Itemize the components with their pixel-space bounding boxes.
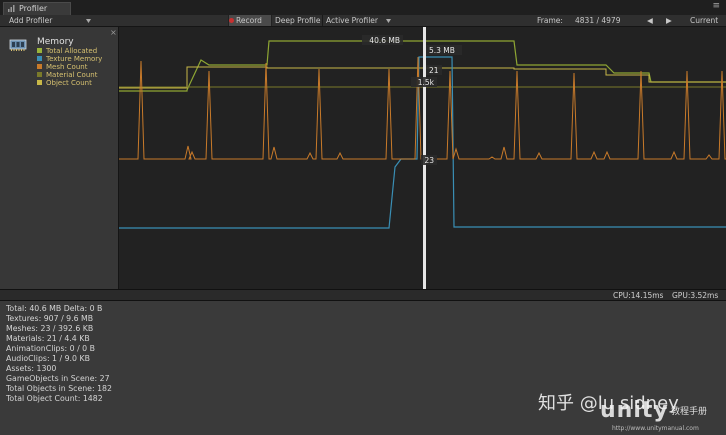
cursor-value-label: 40.6 MB xyxy=(369,36,400,45)
legend-swatch xyxy=(37,80,42,85)
close-module-icon[interactable]: × xyxy=(110,28,117,37)
detail-line: Total Object Count: 1482 xyxy=(6,394,103,403)
frame-value: 4831 / 4979 xyxy=(575,16,621,25)
gpu-time: GPU:3.52ms xyxy=(672,291,719,300)
cursor-value-label: 23 xyxy=(424,156,434,165)
legend-swatch xyxy=(37,72,42,77)
detail-line: GameObjects in Scene: 27 xyxy=(6,374,110,383)
unity-manual-watermark: 教程手册 xyxy=(671,407,708,417)
window-menu-icon[interactable]: ≡ xyxy=(712,1,720,11)
deep-profile-button[interactable]: Deep Profile xyxy=(273,15,322,26)
unity-manual-url: http://www.unitymanual.com xyxy=(612,425,699,432)
tab-profiler[interactable]: Profiler xyxy=(3,2,71,15)
memory-legend-title: Memory xyxy=(37,37,74,47)
current-frame-button[interactable]: Current xyxy=(688,15,720,26)
prev-frame-button[interactable]: ◀ xyxy=(645,15,655,26)
record-icon xyxy=(229,18,234,23)
tab-bar: Profiler ≡ xyxy=(0,0,726,15)
series-mesh-count-line xyxy=(119,56,726,160)
detail-line: Total Objects in Scene: 182 xyxy=(6,384,112,393)
legend-swatch xyxy=(37,48,42,53)
legend-swatch xyxy=(37,56,42,61)
profiler-icon xyxy=(8,5,15,12)
detail-line: Assets: 1300 xyxy=(6,364,57,373)
legend-item-total-allocated[interactable]: Total Allocated xyxy=(37,47,97,55)
unity-watermark: unity xyxy=(600,398,669,423)
detail-line: Total: 40.6 MB Delta: 0 B xyxy=(6,304,103,313)
frame-label: Frame: xyxy=(537,16,563,25)
active-profiler-dropdown[interactable]: Active Profiler xyxy=(324,15,380,26)
detail-line: AudioClips: 1 / 9.0 KB xyxy=(6,354,90,363)
memory-chip-icon xyxy=(9,39,27,51)
cursor-value-label: 1.5k xyxy=(418,78,435,87)
next-frame-button[interactable]: ▶ xyxy=(664,15,674,26)
legend-item-material-count[interactable]: Material Count xyxy=(37,71,97,79)
record-label: Record xyxy=(236,16,262,25)
profiler-toolbar: Add Profiler Record Deep Profile Active … xyxy=(0,15,726,27)
legend-item-object-count[interactable]: Object Count xyxy=(37,79,92,87)
legend-swatch xyxy=(37,64,42,69)
detail-line: Meshes: 23 / 392.6 KB xyxy=(6,324,94,333)
legend-item-texture-memory[interactable]: Texture Memory xyxy=(37,55,102,63)
add-profiler-dropdown[interactable]: Add Profiler xyxy=(7,15,54,26)
memory-legend-panel[interactable]: × Memory Total Allocated Texture Memory … xyxy=(0,27,119,289)
cursor-value-label: 5.3 MB xyxy=(429,46,455,55)
detail-line: Materials: 21 / 4.4 KB xyxy=(6,334,90,343)
timing-status-bar: CPU:14.15ms GPU:3.52ms xyxy=(0,289,726,301)
detail-line: AnimationClips: 0 / 0 B xyxy=(6,344,95,353)
legend-item-mesh-count[interactable]: Mesh Count xyxy=(37,63,87,71)
cpu-time: CPU:14.15ms xyxy=(613,291,664,300)
tab-profiler-label: Profiler xyxy=(19,4,48,13)
cursor-value-label: 21 xyxy=(429,66,439,75)
active-profiler-chevron-icon xyxy=(386,19,391,23)
record-button[interactable]: Record xyxy=(228,15,272,26)
memory-chart[interactable]: 40.6 MB 5.3 MB 21 1.5k 23 xyxy=(119,27,726,289)
add-profiler-chevron-icon xyxy=(86,19,91,23)
detail-line: Textures: 907 / 9.6 MB xyxy=(6,314,94,323)
